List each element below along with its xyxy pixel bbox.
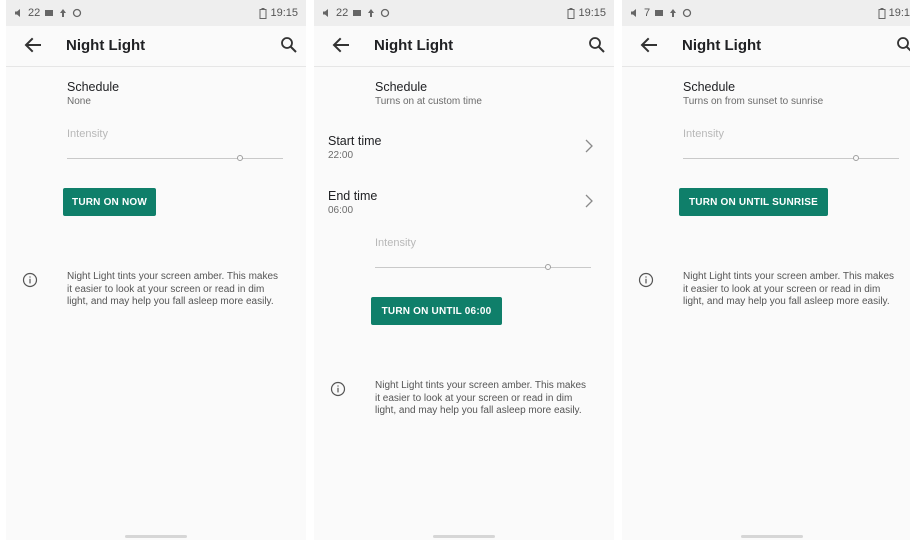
phone-screen-2: 22 19:15 Night Light Schedule Turns on a… (314, 0, 614, 540)
volume-icon (323, 9, 328, 17)
schedule-label: Schedule (683, 80, 736, 94)
status-bar: 22 19:15 (6, 0, 306, 26)
status-time: 19:15 (578, 7, 606, 19)
status-left-text: 7 (644, 7, 651, 19)
message-icon (45, 10, 54, 16)
intensity-label: Intensity (67, 128, 108, 140)
sync-icon (381, 8, 390, 18)
intensity-slider-track[interactable] (375, 267, 591, 268)
start-time-label: Start time (328, 134, 382, 148)
app-bar: Night Light (6, 26, 306, 67)
intensity-label: Intensity (683, 128, 724, 140)
end-time-value: 06:00 (328, 205, 354, 216)
schedule-value: Turns on at custom time (375, 96, 482, 107)
chevron-right-icon (585, 139, 593, 153)
status-time: 19:1 (888, 7, 910, 19)
intensity-slider-track[interactable] (683, 158, 899, 159)
chevron-right-icon (585, 194, 593, 208)
arrow-left-icon[interactable] (638, 34, 660, 56)
phone-screen-3: 7 19:1 Night Light Schedule Turns on fro… (622, 0, 910, 540)
info-icon (638, 272, 654, 288)
schedule-value: Turns on from sunset to sunrise (683, 96, 824, 107)
arrow-left-icon[interactable] (22, 34, 44, 56)
status-bar: 22 19:15 (314, 0, 614, 26)
nav-handle[interactable] (125, 535, 187, 538)
upload-icon (368, 9, 375, 17)
page-title: Night Light (66, 37, 146, 54)
sync-icon (73, 8, 82, 18)
page-title: Night Light (682, 37, 762, 54)
app-bar: Night Light (622, 26, 910, 67)
battery-icon (878, 7, 886, 19)
intensity-slider-thumb[interactable] (236, 155, 243, 161)
arrow-left-icon[interactable] (330, 34, 352, 56)
search-icon[interactable] (280, 36, 298, 54)
nav-handle[interactable] (433, 535, 495, 538)
turn-on-until-button[interactable]: TURN ON UNTIL 06:00 (371, 297, 502, 325)
info-text: Night Light tints your screen amber. Thi… (683, 271, 895, 307)
start-time-value: 22:00 (328, 150, 354, 161)
end-time-label: End time (328, 189, 378, 203)
battery-icon (567, 7, 575, 19)
status-left-text: 22 (28, 7, 41, 19)
upload-icon (60, 9, 67, 17)
schedule-value: None (67, 96, 91, 107)
turn-on-now-button[interactable]: TURN ON NOW (63, 188, 156, 216)
volume-icon (631, 9, 636, 17)
upload-icon (670, 9, 677, 17)
intensity-slider-thumb[interactable] (852, 155, 859, 161)
status-left-text: 22 (336, 7, 349, 19)
search-icon[interactable] (896, 36, 910, 54)
message-icon (353, 10, 362, 16)
message-icon (655, 10, 664, 16)
info-text: Night Light tints your screen amber. Thi… (375, 380, 587, 416)
schedule-label: Schedule (375, 80, 428, 94)
intensity-slider-thumb[interactable] (544, 264, 551, 270)
info-icon (330, 381, 346, 397)
info-text: Night Light tints your screen amber. Thi… (67, 271, 279, 307)
info-icon (22, 272, 38, 288)
intensity-slider-track[interactable] (67, 158, 283, 159)
schedule-label: Schedule (67, 80, 120, 94)
volume-icon (15, 9, 20, 17)
battery-icon (259, 7, 267, 19)
phone-screen-1: 22 19:15 Night Light Schedule None Inten… (6, 0, 306, 540)
status-bar: 7 19:1 (622, 0, 910, 26)
sync-icon (682, 8, 692, 18)
status-time: 19:15 (270, 7, 298, 19)
search-icon[interactable] (588, 36, 606, 54)
page-title: Night Light (374, 37, 454, 54)
intensity-label: Intensity (375, 237, 416, 249)
turn-on-until-sunrise-button[interactable]: TURN ON UNTIL SUNRISE (679, 188, 828, 216)
nav-handle[interactable] (741, 535, 803, 538)
app-bar: Night Light (314, 26, 614, 67)
